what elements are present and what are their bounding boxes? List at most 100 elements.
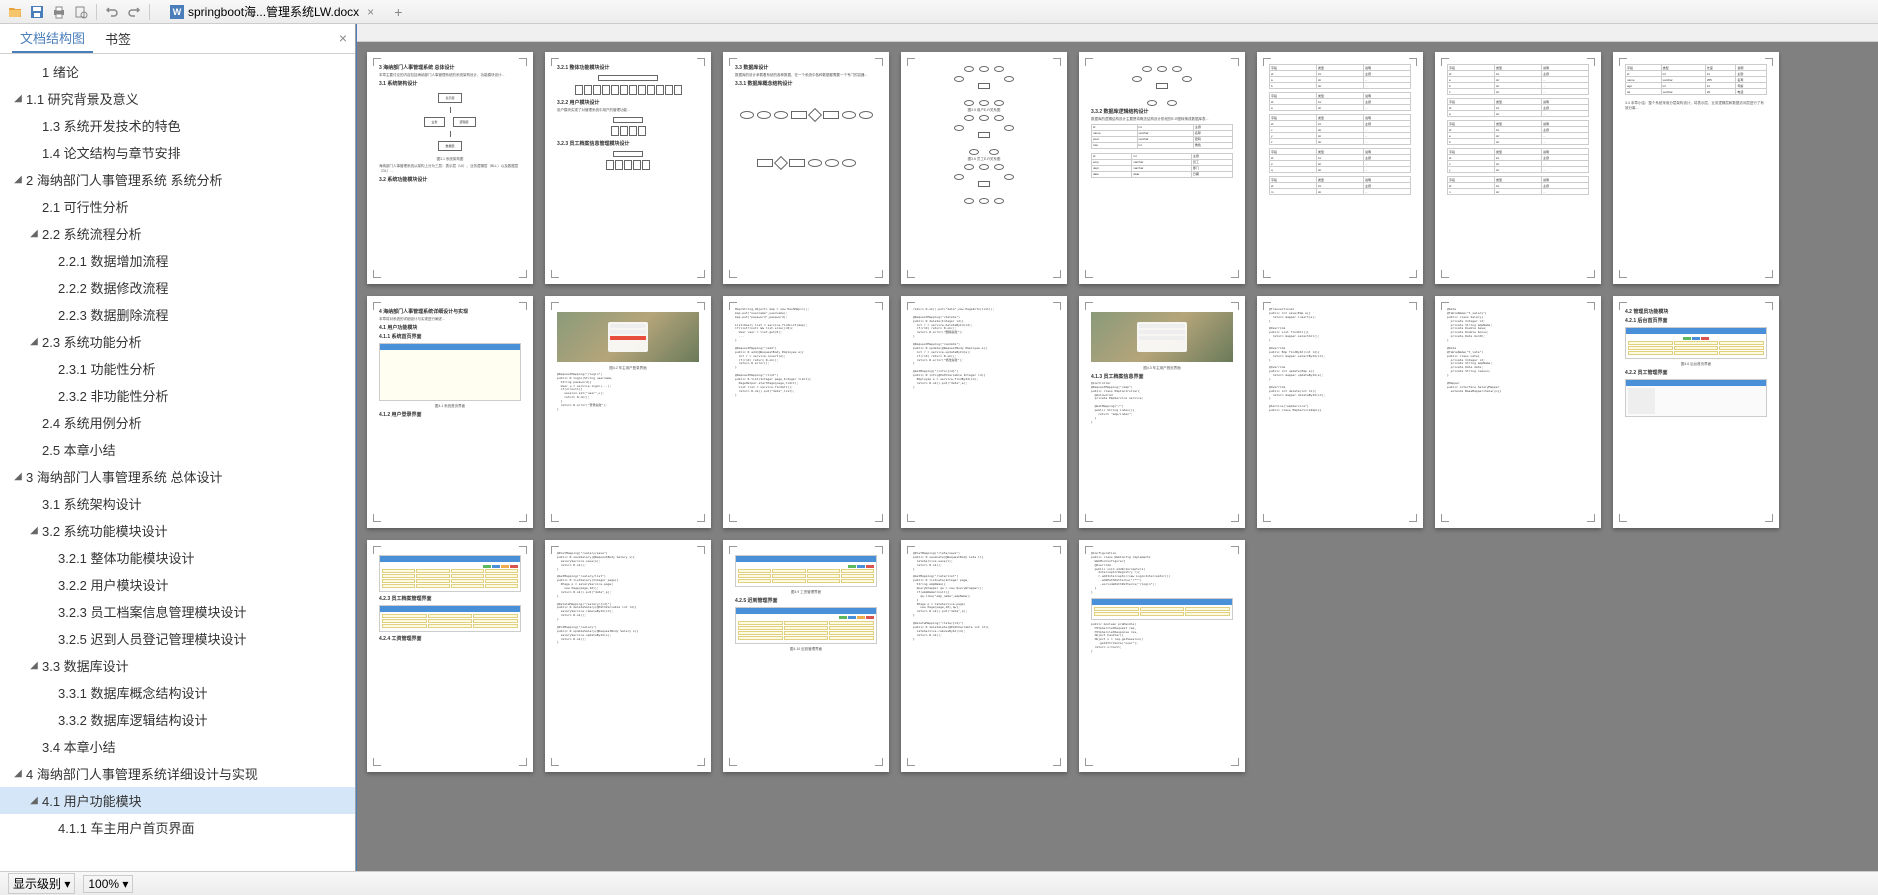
open-icon[interactable] — [6, 3, 24, 21]
page-thumbnail[interactable]: 图3.5 用户E-R关系图 图3.6 员工E-R关系图 — [901, 52, 1067, 284]
figure-caption: 图3.1 系统架构图 — [379, 157, 521, 162]
word-doc-icon: W — [170, 5, 184, 19]
outline-item[interactable]: ◢4.1 用户功能模块 — [0, 787, 355, 814]
tab-bookmark[interactable]: 书签 — [97, 25, 139, 52]
outline-label: 2.3.1 功能性分析 — [58, 359, 156, 378]
page-thumbnail[interactable]: 字段类型说明idint主键astr...bstr... 字段类型说明idint主… — [1257, 52, 1423, 284]
page-heading: 4.2.1 后台首页界面 — [1625, 317, 1767, 324]
outline-item[interactable]: 3.2.5 迟到人员登记管理模块设计 — [0, 625, 355, 652]
add-tab-icon[interactable]: + — [394, 4, 402, 20]
figure-caption: 图4.2 车主用户登录界面 — [557, 366, 699, 371]
ui-screenshot — [379, 555, 521, 592]
toolbar-separator — [149, 4, 150, 20]
page-thumbnail[interactable]: 图4.3 车主用户首页界面 4.1.3 员工档案信息界面 @Controller… — [1079, 296, 1245, 528]
page-thumbnail[interactable]: @Data @TableName("t_salary") public clas… — [1435, 296, 1601, 528]
code-block: return R.ok().put("data",new PageInfo(li… — [913, 308, 1055, 390]
page-heading: 3.3.2 数据库逻辑结构设计 — [1091, 108, 1233, 115]
page-thumbnail[interactable]: 4 海纳部门人事管理系统详细设计与实现 本章将对系统的详细设计与实现进行阐述..… — [367, 296, 533, 528]
undo-icon[interactable] — [103, 3, 121, 21]
outline-item[interactable]: ◢2.2 系统流程分析 — [0, 220, 355, 247]
db-table: 字段类型说明idint主键mstr... — [1269, 176, 1411, 195]
page-heading: 3.2.2 用户模块设计 — [557, 99, 699, 106]
page-thumbnail[interactable]: @PostMapping("/late/save") public R save… — [901, 540, 1067, 772]
outline-toggle-icon[interactable]: ◢ — [28, 660, 40, 671]
outline-item[interactable]: 3.4 本章小结 — [0, 733, 355, 760]
figure-caption: 图4.3 车主用户首页界面 — [1091, 366, 1233, 371]
document-title: springboot海...管理系统LW.docx — [188, 3, 359, 20]
outline-item[interactable]: 3.2.3 员工档案信息管理模块设计 — [0, 598, 355, 625]
page-thumbnail[interactable]: return R.ok().put("data",new PageInfo(li… — [901, 296, 1067, 528]
outline-item[interactable]: 2.3.1 功能性分析 — [0, 355, 355, 382]
redo-icon[interactable] — [125, 3, 143, 21]
outline-item[interactable]: 2.4 系统用例分析 — [0, 409, 355, 436]
outline-item[interactable]: 2.2.1 数据增加流程 — [0, 247, 355, 274]
ui-screenshot — [735, 607, 877, 644]
outline-item[interactable]: 3.2.1 整体功能模块设计 — [0, 544, 355, 571]
outline-item[interactable]: ◢2.3 系统功能分析 — [0, 328, 355, 355]
outline-item[interactable]: ◢3 海纳部门人事管理系统 总体设计 — [0, 463, 355, 490]
page-thumbnail[interactable]: 4.2 管理员功能模块 4.2.1 后台首页界面 图4.6 后台首页界面 4.2… — [1613, 296, 1779, 528]
page-thumbnail[interactable]: @PostMapping("/salary/save") public R sa… — [545, 540, 711, 772]
outline-item[interactable]: 3.3.1 数据库概念结构设计 — [0, 679, 355, 706]
outline-item[interactable]: 3.2.2 用户模块设计 — [0, 571, 355, 598]
page-thumbnail[interactable]: 3 海纳部门人事管理系统 总体设计 本章主要讨论的内容包括海纳部门人事管理系统的… — [367, 52, 533, 284]
page-thumbnail[interactable]: 图4.9 工资管理界面 4.2.5 迟到管理界面 图4.10 迟到管理界面 — [723, 540, 889, 772]
page-thumbnail[interactable]: 3.3.2 数据库逻辑结构设计 数据库的逻辑结构设计主要是将概念结构设计阶段的E… — [1079, 52, 1245, 284]
outline-label: 3.2 系统功能模块设计 — [42, 521, 168, 540]
page-thumbnail[interactable]: 3.2.1 整体功能模块设计 3.2.2 用户模块设计 用户模块实现了对管理系统… — [545, 52, 711, 284]
outline-toggle-icon[interactable]: ◢ — [28, 228, 40, 239]
outline-toggle-icon[interactable]: ◢ — [28, 525, 40, 536]
page-heading: 4.2.2 员工管理界面 — [1625, 369, 1767, 376]
page-thumbnail[interactable]: 字段类型说明idint主键astr...bstr...cstr... 字段类型说… — [1435, 52, 1601, 284]
sidebar-close-icon[interactable]: × — [339, 30, 347, 46]
outline-toggle-icon[interactable]: ◢ — [28, 336, 40, 347]
preview-icon[interactable] — [72, 3, 90, 21]
page-text: 本章将对系统的详细设计与实现进行阐述... — [379, 317, 521, 322]
outline-item[interactable]: ◢4 海纳部门人事管理系统详细设计与实现 — [0, 760, 355, 787]
zoom-select[interactable]: 100% ▾ — [83, 875, 133, 893]
outline-item[interactable]: ◢2 海纳部门人事管理系统 系统分析 — [0, 166, 355, 193]
outline-toggle-icon[interactable]: ◢ — [28, 795, 40, 806]
document-tab[interactable]: W springboot海...管理系统LW.docx × — [162, 1, 382, 22]
outline-toggle-icon[interactable]: ◢ — [12, 174, 24, 185]
display-level-select[interactable]: 显示级别 ▾ — [8, 873, 75, 894]
outline-item[interactable]: 1 绪论 — [0, 58, 355, 85]
outline-toggle-icon[interactable]: ◢ — [12, 768, 24, 779]
outline-item[interactable]: 4.1.1 车主用户首页界面 — [0, 814, 355, 841]
print-icon[interactable] — [50, 3, 68, 21]
outline-item[interactable]: 2.2.3 数据删除流程 — [0, 301, 355, 328]
outline-item[interactable]: 2.5 本章小结 — [0, 436, 355, 463]
outline-item[interactable]: 3.3.2 数据库逻辑结构设计 — [0, 706, 355, 733]
close-tab-icon[interactable]: × — [367, 5, 374, 19]
outline-toggle-icon[interactable]: ◢ — [12, 471, 24, 482]
page-thumbnail[interactable]: 4.2.3 员工档案管理界面 4.2.4 工资管理界面 — [367, 540, 533, 772]
outline-item[interactable]: 2.1 可行性分析 — [0, 193, 355, 220]
page-text: 海纳部门人事管理系统从架构上分为三层：表示层（UI）、业务逻辑层（BLL）以及数… — [379, 164, 521, 174]
outline-item[interactable]: ◢1.1 研究背景及意义 — [0, 85, 355, 112]
db-table: 字段类型说明idint主键astr...bstr... — [1447, 120, 1589, 145]
outline-tree[interactable]: 1 绪论◢1.1 研究背景及意义1.3 系统开发技术的特色1.4 论文结构与章节… — [0, 54, 355, 871]
page-thumbnail[interactable]: @Configuration public class WebConfig im… — [1079, 540, 1245, 772]
outline-item[interactable]: 1.3 系统开发技术的特色 — [0, 112, 355, 139]
outline-item[interactable]: 1.4 论文结构与章节安排 — [0, 139, 355, 166]
outline-item[interactable]: 3.1 系统架构设计 — [0, 490, 355, 517]
code-block: @Data @TableName("t_salary") public clas… — [1447, 308, 1589, 394]
page-thumbnail[interactable]: Map<String,Object> map = new HashMap<>()… — [723, 296, 889, 528]
outline-item[interactable]: ◢3.3 数据库设计 — [0, 652, 355, 679]
page-thumbnail[interactable]: 3.3 数据库设计 数据库的设计承载着系统的各种数据，在一个系统中各种数据都需要… — [723, 52, 889, 284]
code-block: Map<String,Object> map = new HashMap<>()… — [735, 308, 877, 397]
outline-toggle-icon[interactable]: ◢ — [12, 93, 24, 104]
sidebar-tabs: 文档结构图 书签 × — [0, 24, 355, 54]
outline-item[interactable]: ◢3.2 系统功能模块设计 — [0, 517, 355, 544]
outline-label: 4.1 用户功能模块 — [42, 791, 142, 810]
document-viewport[interactable]: 3 海纳部门人事管理系统 总体设计 本章主要讨论的内容包括海纳部门人事管理系统的… — [356, 24, 1878, 871]
page-thumbnail[interactable]: @Transactional public int save(Emp e){ r… — [1257, 296, 1423, 528]
tab-outline[interactable]: 文档结构图 — [12, 24, 93, 53]
save-icon[interactable] — [28, 3, 46, 21]
page-thumbnail[interactable]: 图4.2 车主用户登录界面 @RequestMapping("/login") … — [545, 296, 711, 528]
outline-item[interactable]: 2.2.2 数据修改流程 — [0, 274, 355, 301]
ui-screenshot — [557, 312, 699, 362]
outline-label: 3.4 本章小结 — [42, 737, 116, 756]
page-thumbnail[interactable]: 字段类型长度说明idint11主键namevarchar255名称ageint1… — [1613, 52, 1779, 284]
outline-item[interactable]: 2.3.2 非功能性分析 — [0, 382, 355, 409]
